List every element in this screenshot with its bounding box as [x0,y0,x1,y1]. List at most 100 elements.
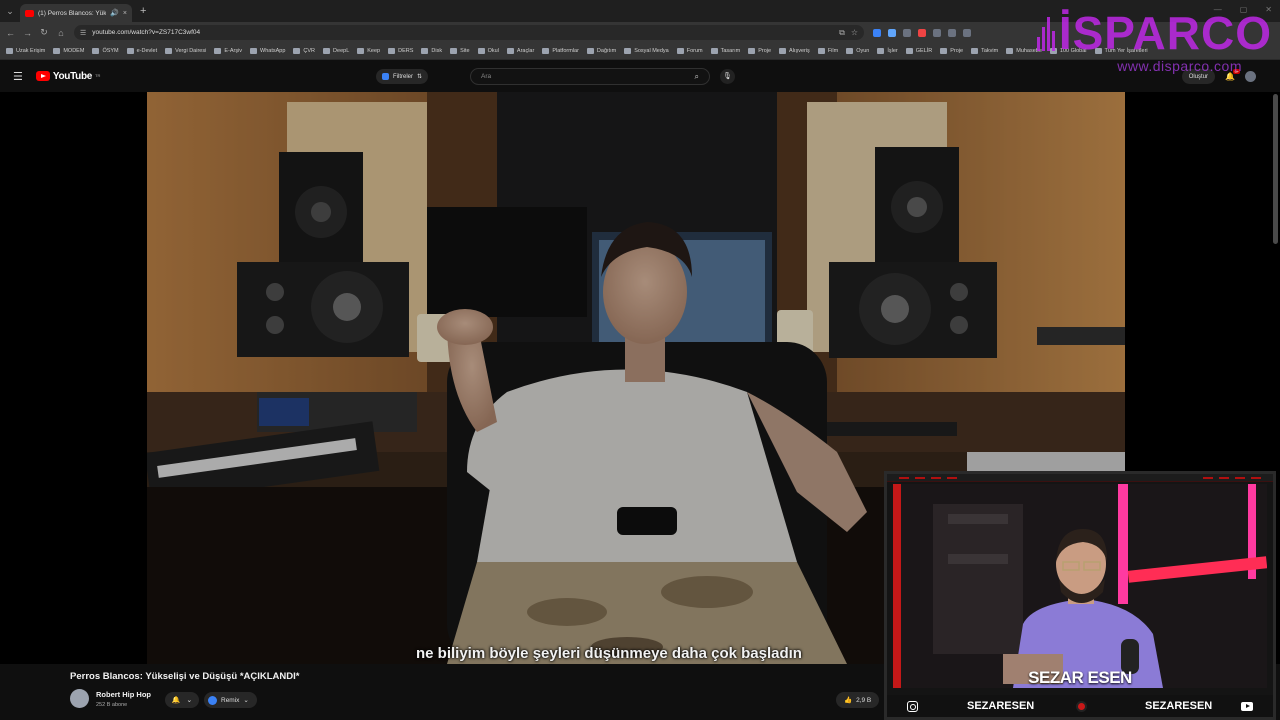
bookmark-item[interactable]: Alışveriş [779,48,810,54]
bookmark-item[interactable]: Sosyal Medya [624,48,669,54]
video-title: Perros Blancos: Yükselişi ve Düşüşü *AÇI… [70,671,300,682]
bookmark-label: Alışveriş [789,48,810,54]
bookmark-label: e-Devlet [136,48,158,54]
extension-icon[interactable] [888,28,896,37]
tab-search-icon[interactable]: ⌄ [0,6,20,17]
bookmark-label: Proje [758,48,772,54]
streamer-room-image [893,484,1267,688]
bookmark-label: Film [827,48,839,54]
bookmark-folder-icon [477,48,485,54]
youtube-logo[interactable]: YouTube TR [35,71,100,82]
maximize-icon[interactable]: ▢ [1240,5,1248,14]
extension-icon[interactable] [933,28,941,37]
bookmark-item[interactable]: GELİR [905,48,932,54]
bookmark-item[interactable]: İşler [877,48,898,54]
bookmark-folder-icon [676,48,684,54]
bookmark-folder-icon [542,48,550,54]
bookmark-label: Platformlar [552,48,579,54]
extension-icon[interactable] [903,28,911,37]
bookmark-item[interactable]: Proje [940,48,963,54]
account-avatar[interactable] [1245,71,1256,82]
remix-button[interactable]: Remix ⌄ [204,692,257,708]
bookmark-item[interactable]: Tüm Yer İşaretleri [1094,48,1148,54]
extension-icon[interactable] [873,28,881,37]
bookmark-item[interactable]: Film [817,48,839,54]
bookmark-label: ÇVR [303,48,316,54]
audio-playing-icon[interactable]: 🔊 [110,9,119,17]
bookmark-item[interactable]: WhatsApp [250,48,285,54]
browser-toolbar: ← → ↻ ⌂ ☰ youtube.com/watch?v=ZS717C3wf0… [0,22,1280,43]
like-button[interactable]: 👍 2,9 B [836,692,880,708]
create-label: Oluştur [1188,73,1209,80]
bookmark-item[interactable]: DERS [388,48,413,54]
bookmark-folder-icon [905,48,913,54]
bookmark-item[interactable]: Keep [357,48,380,54]
extension-icon[interactable] [918,28,926,37]
menu-hamburger-icon[interactable]: ☰ [13,70,23,83]
bookmark-item[interactable]: MODEM [53,48,84,54]
extension-icon[interactable] [948,28,956,37]
bookmark-item[interactable]: Takvim [971,48,998,54]
bookmark-item[interactable]: Tasarım [710,48,740,54]
create-button[interactable]: Oluştur [1181,69,1216,84]
extension-icon[interactable] [963,28,971,37]
bookmark-label: Uzak Erişim [16,48,46,54]
channel-name[interactable]: Robert Hip Hop [96,690,151,699]
bookmark-folder-icon [1006,48,1014,54]
close-tab-icon[interactable]: × [123,10,127,17]
bookmark-star-icon[interactable]: ☆ [851,28,858,37]
video-subtitle: ne biliyim böyle şeyleri düşünmeye daha … [416,645,802,662]
search-icon[interactable]: ⌕ [695,72,699,82]
search-input[interactable]: Ara ⌕ [470,68,710,85]
bookmark-item[interactable]: Uzak Erişim [6,48,45,54]
page-scrollbar[interactable] [1273,94,1278,244]
bookmark-item[interactable]: 100 Global [1049,48,1087,54]
bookmark-item[interactable]: Site [450,48,470,54]
home-icon[interactable]: ⌂ [57,28,65,38]
bookmark-item[interactable]: DeepL [323,48,349,54]
url-text[interactable]: youtube.com/watch?v=ZS717C3wf04 [92,29,833,36]
bookmark-item[interactable]: Disk [421,48,442,54]
reload-icon[interactable]: ↻ [40,27,48,38]
bookmark-folder-icon [6,48,13,54]
bookmark-item[interactable]: Platformlar [542,48,579,54]
filters-button[interactable]: Filtreler ⇅ [376,69,429,84]
bookmark-label: Oyun [856,48,870,54]
notifications-bell-icon[interactable]: 🔔 9+ [1225,69,1240,81]
close-window-icon[interactable]: ✕ [1265,5,1272,14]
bookmark-item[interactable]: e-Devlet [126,48,158,54]
address-bar[interactable]: ☰ youtube.com/watch?v=ZS717C3wf04 ⧉ ☆ [74,25,864,40]
new-tab-button[interactable]: + [140,5,146,17]
bookmark-item[interactable]: Dağıtım [586,48,616,54]
bookmark-item[interactable]: ÖSYM [92,48,119,54]
browser-tab-active[interactable]: (1) Perros Blancos: Yükseliş 🔊 × [20,4,132,22]
bookmark-item[interactable]: Vergi Dairesi [165,48,206,54]
bookmark-item[interactable]: Oyun [846,48,869,54]
forward-icon[interactable]: → [23,28,32,38]
filter-extension-icon [382,73,389,80]
bookmark-item[interactable]: Muhasebe [1006,48,1042,54]
bookmark-item[interactable]: Proje [748,48,771,54]
bookmark-folder-icon [293,48,301,54]
site-info-icon[interactable]: ☰ [80,29,86,37]
back-icon[interactable]: ← [6,28,15,38]
subscribe-bell-button[interactable]: 🔔 ⌄ [165,692,199,708]
install-icon[interactable]: ⧉ [839,28,845,38]
bookmark-label: WhatsApp [260,48,286,54]
bookmark-item[interactable]: Forum [676,48,703,54]
channel-avatar[interactable] [70,689,89,708]
bookmark-item[interactable]: Okul [477,48,499,54]
bookmark-item[interactable]: ÇVR [293,48,315,54]
bookmark-label: DERS [398,48,414,54]
live-dot-icon [1076,700,1087,712]
bookmark-item[interactable]: E-Arşiv [214,48,242,54]
bookmark-folder-icon [817,48,825,54]
bookmark-item[interactable]: Araçlar [506,48,534,54]
youtube-header: ☰ YouTube TR Filtreler ⇅ Ara ⌕ 🎙 Oluştur… [0,60,1280,92]
bookmark-folder-icon [421,48,429,54]
remix-icon [208,695,217,705]
instagram-handle: SEZARESEN [967,700,1035,712]
bookmark-folder-icon [710,48,718,54]
voice-search-icon[interactable]: 🎙 [720,69,735,84]
minimize-icon[interactable]: — [1214,5,1222,14]
